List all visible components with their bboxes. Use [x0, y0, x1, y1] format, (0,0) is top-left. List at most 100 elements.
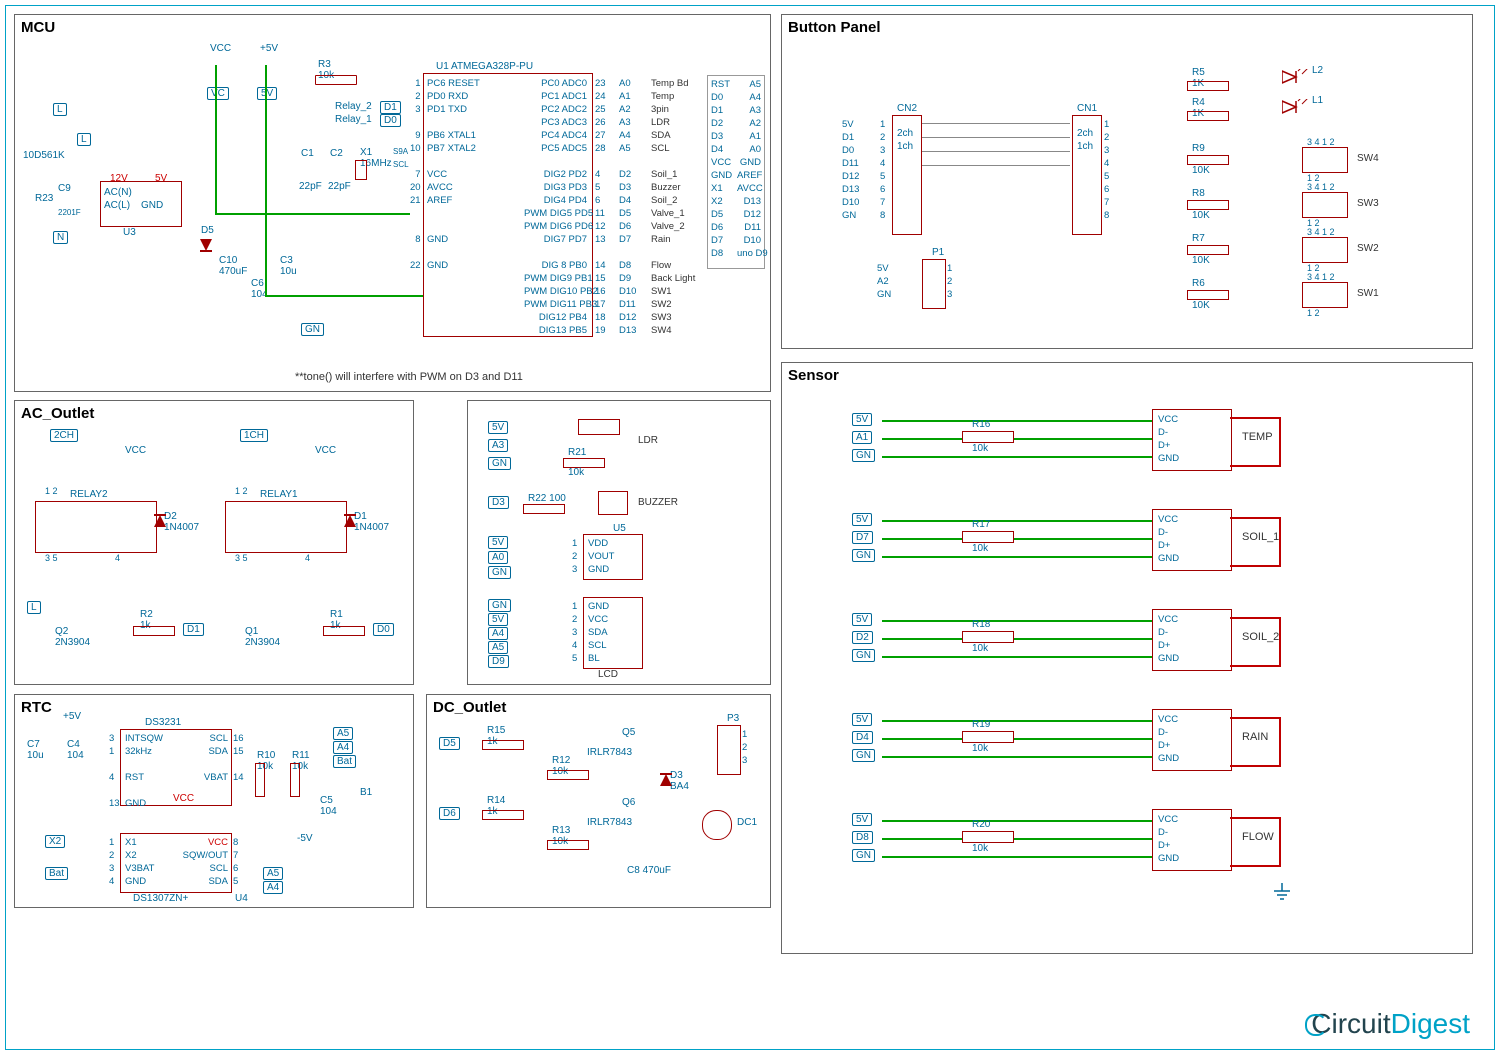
sensor-block: Sensor 5V A1 GN R16 10k VCC D- D+ GND TE… — [781, 362, 1473, 954]
c8-val: 470uF — [643, 865, 671, 876]
net-5v: 5V — [852, 813, 872, 826]
btn-block: Button Panel CN2 5V D1 D0 D11 D12 D13 D1… — [781, 14, 1473, 349]
net-sig: D2 — [852, 631, 873, 644]
u1-pinno-left: 1 2 3 9 10 7 20 21 8 22 — [410, 77, 421, 272]
a3-net: A3 — [488, 439, 508, 452]
sensor-pins: VCC D- D+ GND — [1158, 413, 1179, 465]
p1-nets: 5V A2 GN — [877, 262, 891, 301]
resistor-icon — [962, 631, 1014, 643]
r4-ref: R4 — [1192, 97, 1205, 108]
x1p: X1 — [125, 837, 137, 848]
relay1-pins-bot: 3 5 — [235, 553, 248, 563]
sensor-label: SOIL_1 — [1242, 531, 1279, 543]
sw-pins2: 1 2 — [1307, 308, 1320, 318]
5v-net: 5V — [488, 421, 508, 434]
d6-net: D6 — [439, 807, 460, 820]
resistor-icon — [962, 731, 1014, 743]
relay1-pins-top: 1 2 — [235, 486, 248, 496]
lcd-label: LCD — [598, 669, 618, 680]
resistor-icon — [962, 531, 1014, 543]
led-icon — [1282, 69, 1312, 87]
r-val: 10k — [972, 543, 988, 554]
sensor-pins: VCC D- D+ GND — [1158, 813, 1179, 865]
u3-acn: AC(N) — [104, 187, 132, 198]
c1-val: 22pF — [299, 181, 322, 192]
N-term: N — [53, 231, 68, 244]
a5-net2: A5 — [263, 867, 283, 880]
r21-val: 10k — [568, 467, 584, 478]
c10-val: 470uF — [219, 266, 247, 277]
r-ref: R7 — [1192, 233, 1205, 244]
resistor-icon — [133, 626, 175, 636]
r-val: 10K — [1192, 210, 1210, 221]
relay2-pins-bot: 3 5 — [45, 553, 58, 563]
net-5v: 5V — [852, 713, 872, 726]
switch-icon — [1302, 147, 1348, 173]
c3-ref: C3 — [280, 255, 293, 266]
mcu-block: MCU VCC +5V R3 10k U1 ATMEGA328P-PU PC6 … — [14, 14, 771, 392]
5v-flag: 5V — [257, 87, 277, 100]
u3-gnd: GND — [141, 200, 163, 211]
d3-net: D3 — [488, 496, 509, 509]
u5-p2: VOUT — [588, 551, 614, 562]
bat-flag: Bat — [45, 867, 68, 880]
r14-ref: R14 — [487, 795, 505, 806]
k32: 32kHz — [125, 746, 152, 757]
gn-net2: GN — [488, 566, 511, 579]
ground-icon — [1272, 883, 1292, 903]
p3-body — [717, 725, 741, 775]
u3-acl: AC(L) — [104, 200, 130, 211]
a4-net: A4 — [488, 627, 508, 640]
net-5v: 5V — [852, 413, 872, 426]
net-sig: D8 — [852, 831, 873, 844]
sw-pins: 3 4 1 2 — [1307, 272, 1335, 282]
resistor-icon — [523, 504, 565, 514]
r-ref: R16 — [972, 419, 990, 430]
r23-ref: R23 — [35, 193, 53, 204]
r3-ref: R3 — [318, 59, 331, 70]
relay2-ref: RELAY2 — [70, 489, 108, 500]
u1-funcs-right: Temp Bd Temp 3pin LDR SDA SCL Soil_1 Buz… — [651, 77, 695, 337]
resistor-icon — [547, 840, 589, 850]
d5-net: D5 — [439, 737, 460, 750]
sw-ref: SW1 — [1357, 288, 1379, 299]
r-val: 10K — [1192, 165, 1210, 176]
sensor-pins: VCC D- D+ GND — [1158, 613, 1179, 665]
cn1-2ch: 2ch — [1077, 128, 1093, 139]
sensor-label: TEMP — [1242, 431, 1273, 443]
ds1307-pl: 1 2 3 4 — [109, 836, 114, 888]
d1-val: 1N4007 — [354, 522, 389, 533]
c5-ref: C5 — [320, 795, 333, 806]
p1-pins: 1 2 3 — [947, 262, 952, 301]
relay2-net: Relay_2 — [335, 101, 372, 112]
c4-ref: C4 — [67, 739, 80, 750]
ch1: 1CH — [240, 429, 268, 442]
r15-ref: R15 — [487, 725, 505, 736]
r1-ref: R1 — [330, 609, 343, 620]
cn1-pins: 1 2 3 4 5 6 7 8 — [1104, 118, 1109, 222]
ac-title: AC_Outlet — [21, 405, 94, 422]
uno-right: A5 A4 A3 A2 A1 A0 GND AREF AVCC D13 D12 … — [737, 78, 761, 260]
led-icon — [1282, 99, 1312, 117]
resistor-icon — [1187, 155, 1229, 165]
sensor-label: SOIL_2 — [1242, 631, 1279, 643]
relay2-body — [35, 501, 157, 553]
switch-icon — [1302, 192, 1348, 218]
r21-ref: R21 — [568, 447, 586, 458]
u5-ref: U5 — [613, 523, 626, 534]
gnd2: GND — [125, 876, 146, 887]
l2-ref: L2 — [1312, 65, 1323, 76]
5v-net3: 5V — [488, 613, 508, 626]
q6-val: IRLR7843 — [587, 817, 632, 828]
sensor-pins: VCC D- D+ GND — [1158, 513, 1179, 565]
sw-pins: 3 4 1 2 — [1307, 137, 1335, 147]
p3-pins: 1 2 3 — [742, 728, 747, 767]
rtc-title: RTC — [21, 699, 52, 716]
cn2-2ch: 2ch — [897, 128, 913, 139]
scl1: SCL — [210, 733, 228, 744]
c8-ref: C8 — [627, 865, 640, 876]
sensor-label: RAIN — [1242, 731, 1268, 743]
vcc-red: VCC — [173, 793, 194, 804]
r22-ref: R22 — [528, 493, 546, 504]
ds3231-ref: DS3231 — [145, 717, 181, 728]
